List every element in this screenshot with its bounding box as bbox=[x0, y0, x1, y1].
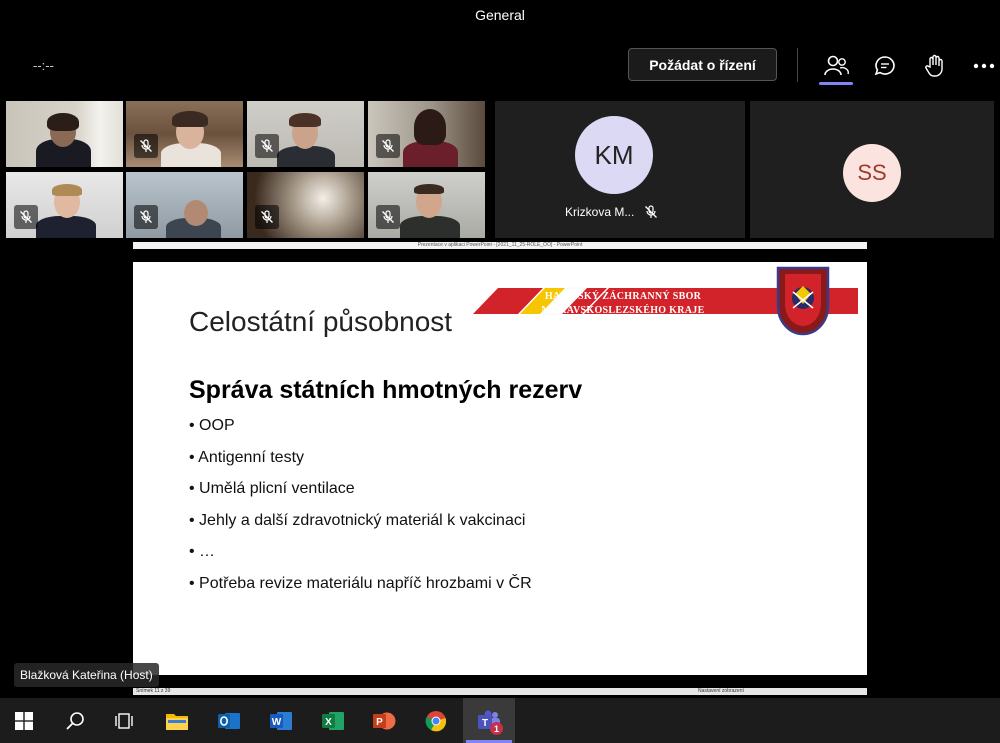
participant-hair bbox=[414, 184, 444, 194]
video-tile-2[interactable] bbox=[126, 101, 243, 167]
search-icon[interactable] bbox=[59, 705, 91, 737]
excel-icon[interactable]: X bbox=[317, 705, 349, 737]
powerpoint-icon[interactable]: P bbox=[368, 705, 400, 737]
participant-name-label: Krizkova M... bbox=[565, 205, 635, 219]
banner-line-1: HASIČSKÝ ZÁCHRANNÝ SBOR bbox=[544, 291, 702, 302]
video-tile-4[interactable] bbox=[368, 101, 485, 167]
participant-figure bbox=[36, 216, 96, 238]
people-active-indicator bbox=[819, 82, 853, 85]
powerpoint-window-title: Prezentace v aplikaci PowerPoint - [2021… bbox=[417, 242, 583, 248]
bullet-item: Jehly a další zdravotnický materiál k va… bbox=[189, 511, 532, 543]
slide-heading: Správa státních hmotných rezerv bbox=[189, 376, 583, 404]
task-view-icon[interactable] bbox=[108, 705, 140, 737]
mic-off-icon bbox=[134, 205, 158, 229]
word-icon[interactable]: W bbox=[265, 705, 297, 737]
mic-off-icon bbox=[255, 205, 279, 229]
window-title: General bbox=[475, 7, 525, 23]
mic-off-icon bbox=[14, 205, 38, 229]
svg-text:P: P bbox=[376, 717, 383, 728]
participant-face bbox=[184, 200, 208, 226]
view-settings[interactable]: Nastavení zobrazení bbox=[698, 688, 744, 695]
participant-name-km: Krizkova M... bbox=[565, 205, 658, 219]
svg-text:T: T bbox=[482, 718, 488, 729]
teams-notification-badge: 1 bbox=[490, 722, 503, 735]
mic-off-icon bbox=[376, 134, 400, 158]
presentation-slide: HASIČSKÝ ZÁCHRANNÝ SBOR MORAVSKOSLEZSKÉH… bbox=[133, 262, 867, 675]
participant-figure bbox=[400, 216, 460, 238]
bullet-item: Umělá plicní ventilace bbox=[189, 479, 532, 511]
bullet-list: OOP Antigenní testy Umělá plicní ventila… bbox=[189, 416, 532, 606]
video-tile-7[interactable] bbox=[247, 172, 364, 238]
slide-counter: Snímek 11 z 39 bbox=[136, 688, 171, 694]
mic-off-icon bbox=[376, 205, 400, 229]
participant-figure bbox=[277, 146, 335, 167]
svg-text:W: W bbox=[272, 717, 282, 728]
toolbar-divider bbox=[797, 48, 798, 82]
slide-title: Celostátní působnost bbox=[189, 306, 453, 337]
presenter-name: Blažková Kateřina (Host) bbox=[20, 668, 153, 682]
bullet-item: Antigenní testy bbox=[189, 448, 532, 480]
banner-line-2: MORAVSKOSLEZSKÉHO KRAJE bbox=[541, 305, 705, 316]
participant-tile-ss[interactable]: SS bbox=[750, 101, 994, 238]
participant-hair bbox=[47, 113, 79, 131]
banner-text: HASIČSKÝ ZÁCHRANNÝ SBOR MORAVSKOSLEZSKÉH… bbox=[533, 290, 713, 318]
raise-hand-icon[interactable] bbox=[919, 50, 951, 82]
participant-hair bbox=[172, 111, 208, 127]
participant-tile-km[interactable]: KM Krizkova M... bbox=[495, 101, 745, 238]
video-tile-6[interactable] bbox=[126, 172, 243, 238]
mic-off-icon bbox=[255, 134, 279, 158]
meeting-timer: --:-- bbox=[33, 58, 54, 73]
mic-off-icon bbox=[134, 134, 158, 158]
window-title-bar: General bbox=[0, 0, 1000, 30]
chat-icon[interactable] bbox=[869, 50, 901, 82]
meeting-toolbar: --:-- Požádat o řízení bbox=[0, 34, 1000, 96]
bullet-item: Potřeba revize materiálu napříč hrozbami… bbox=[189, 574, 532, 606]
powerpoint-status-bar: Snímek 11 z 39 Nastavení zobrazení bbox=[133, 688, 867, 695]
bullet-item: OOP bbox=[189, 416, 532, 448]
video-tile-8[interactable] bbox=[368, 172, 485, 238]
request-control-button[interactable]: Požádat o řízení bbox=[628, 48, 777, 81]
svg-text:X: X bbox=[325, 717, 332, 728]
file-explorer-icon[interactable] bbox=[161, 705, 193, 737]
video-tile-1[interactable] bbox=[6, 101, 123, 167]
chrome-icon[interactable] bbox=[420, 705, 452, 737]
presenter-label: Blažková Kateřina (Host) bbox=[14, 663, 159, 687]
video-tile-5[interactable] bbox=[6, 172, 123, 238]
people-icon[interactable] bbox=[820, 50, 852, 82]
powerpoint-title-bar: Prezentace v aplikaci PowerPoint - [2021… bbox=[133, 242, 867, 249]
participant-hair bbox=[289, 113, 321, 127]
windows-taskbar: W X P T 1 bbox=[0, 698, 1000, 743]
avatar-ss: SS bbox=[843, 144, 901, 202]
more-icon[interactable] bbox=[968, 50, 1000, 82]
mic-off-icon bbox=[645, 205, 658, 218]
video-tile-3[interactable] bbox=[247, 101, 364, 167]
outlook-icon[interactable] bbox=[213, 705, 245, 737]
bullet-item: … bbox=[189, 542, 532, 574]
participant-hair bbox=[414, 109, 446, 145]
windows-start-icon[interactable] bbox=[8, 705, 40, 737]
avatar-km: KM bbox=[575, 116, 653, 194]
participant-hair bbox=[52, 184, 82, 196]
